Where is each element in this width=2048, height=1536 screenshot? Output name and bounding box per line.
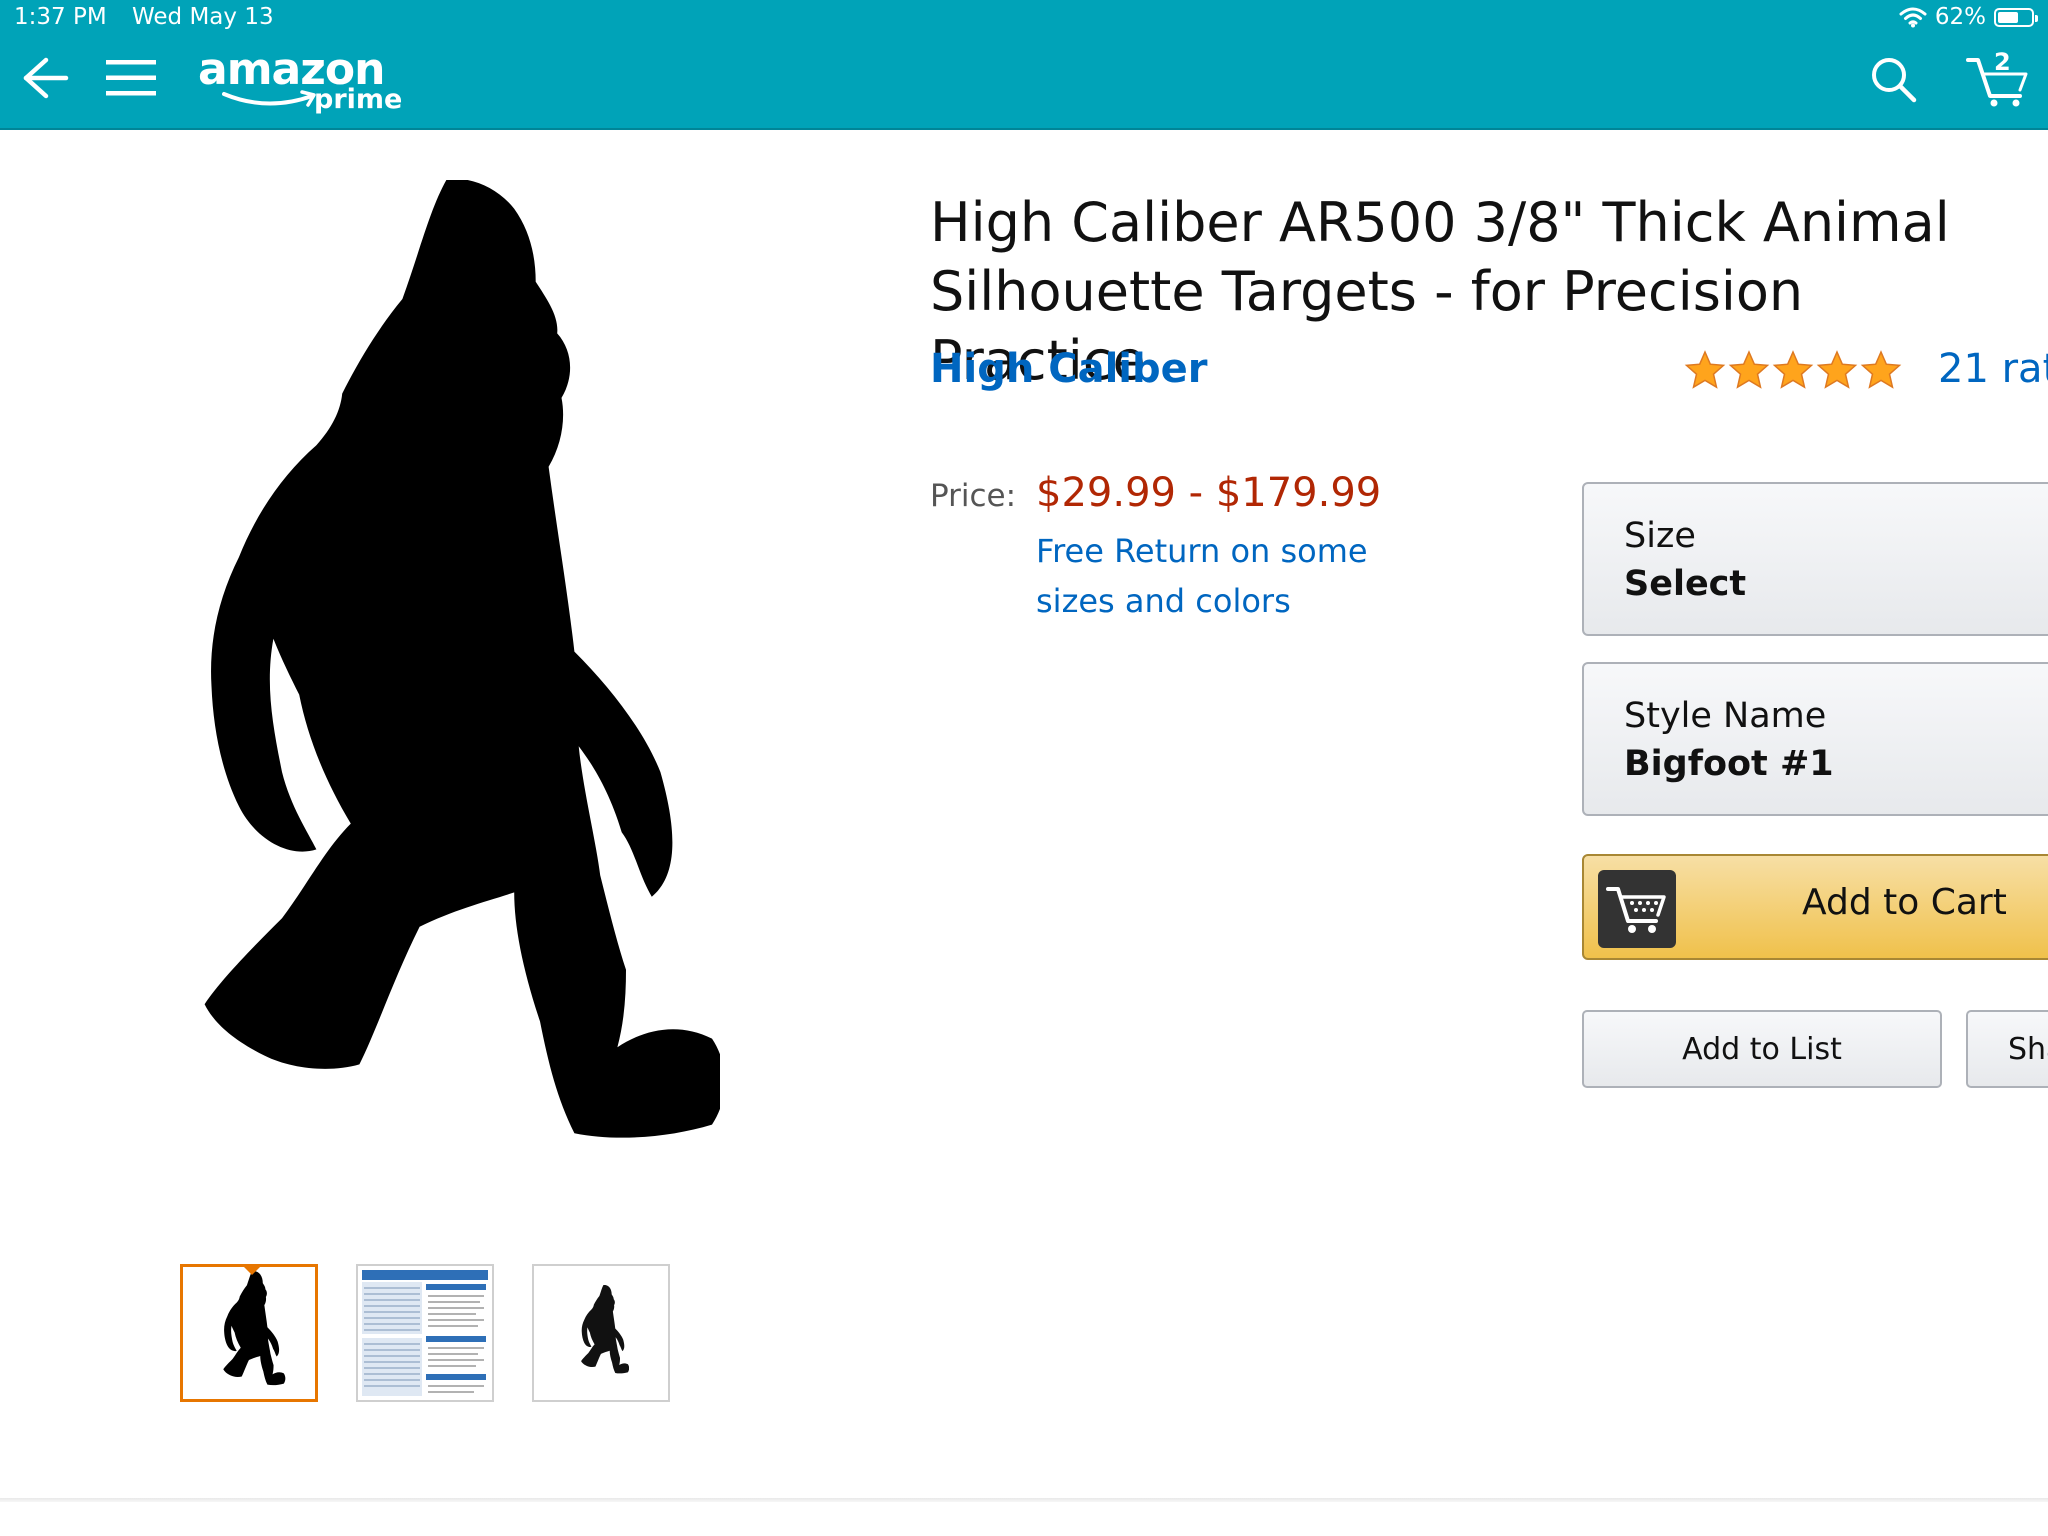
hamburger-menu-icon[interactable] — [104, 54, 158, 102]
add-to-cart-icon-box — [1598, 870, 1676, 948]
star-icon — [1728, 350, 1770, 389]
bigfoot-small-thumbnail[interactable] — [532, 1264, 670, 1402]
star-icon — [1684, 350, 1726, 389]
logo-prime: prime — [314, 84, 403, 115]
add-to-cart-icon — [1606, 887, 1666, 933]
back-arrow-icon[interactable] — [18, 54, 70, 102]
wifi-icon — [1899, 7, 1927, 28]
share-button[interactable]: Sha — [1966, 1010, 2048, 1088]
logo-smile-icon — [222, 90, 316, 107]
cart-button[interactable]: 2 — [1966, 48, 2032, 108]
style-name-selector[interactable]: Style Name Bigfoot #1 — [1582, 662, 2048, 816]
target-hanger-hole — [306, 256, 354, 304]
ar500-info-sheet-thumbnail[interactable] — [356, 1264, 494, 1402]
app-header: 1:37 PM Wed May 13 62% amazon prime 2 — [0, 0, 2048, 130]
info-sheet-icon — [360, 1268, 490, 1398]
add-to-cart-label: Add to Cart — [1802, 882, 2007, 923]
status-time: 1:37 PM — [14, 4, 107, 30]
share-label: Sha — [2008, 1031, 2048, 1067]
bigfoot-target-thumbnail[interactable] — [180, 1264, 318, 1402]
star-icon — [1860, 350, 1902, 389]
ratings-count-link[interactable]: 21 rat — [1938, 346, 2048, 392]
size-value: Select — [1624, 564, 1747, 604]
add-to-list-label: Add to List — [1682, 1031, 1842, 1067]
image-thumbnails — [180, 1264, 670, 1402]
price-label: Price: — [930, 478, 1017, 514]
add-to-list-button[interactable]: Add to List — [1582, 1010, 1942, 1088]
star-icon — [1816, 350, 1858, 389]
bigfoot-thumbnail-icon — [223, 1271, 286, 1386]
status-date: Wed May 13 — [132, 4, 274, 30]
free-return-link[interactable]: Free Return on some sizes and colors — [1036, 526, 1456, 626]
battery-percent: 62% — [1934, 4, 1986, 30]
battery-icon — [1994, 7, 2038, 27]
rating-stars[interactable] — [1684, 350, 1902, 390]
status-bar-right: 62% — [1899, 4, 2038, 30]
size-selector[interactable]: Size Select — [1582, 482, 2048, 636]
size-label: Size — [1624, 516, 1696, 556]
price-value: $29.99 - $179.99 — [1036, 470, 1382, 516]
brand-link[interactable]: High Caliber — [930, 346, 1207, 392]
bigfoot-small-icon — [581, 1285, 629, 1374]
search-icon[interactable] — [1868, 54, 1918, 104]
add-to-cart-button[interactable]: Add to Cart — [1582, 854, 2048, 960]
cart-count-badge: 2 — [1994, 48, 2011, 76]
product-main-image[interactable] — [120, 180, 720, 1220]
star-icon — [1772, 350, 1814, 389]
section-divider — [0, 1498, 2048, 1502]
amazon-prime-logo[interactable]: amazon prime — [198, 44, 402, 118]
style-name-label: Style Name — [1624, 696, 1827, 736]
bigfoot-silhouette — [204, 180, 720, 1138]
status-bar-left: 1:37 PM Wed May 13 — [14, 4, 274, 30]
style-name-value: Bigfoot #1 — [1624, 744, 1834, 784]
